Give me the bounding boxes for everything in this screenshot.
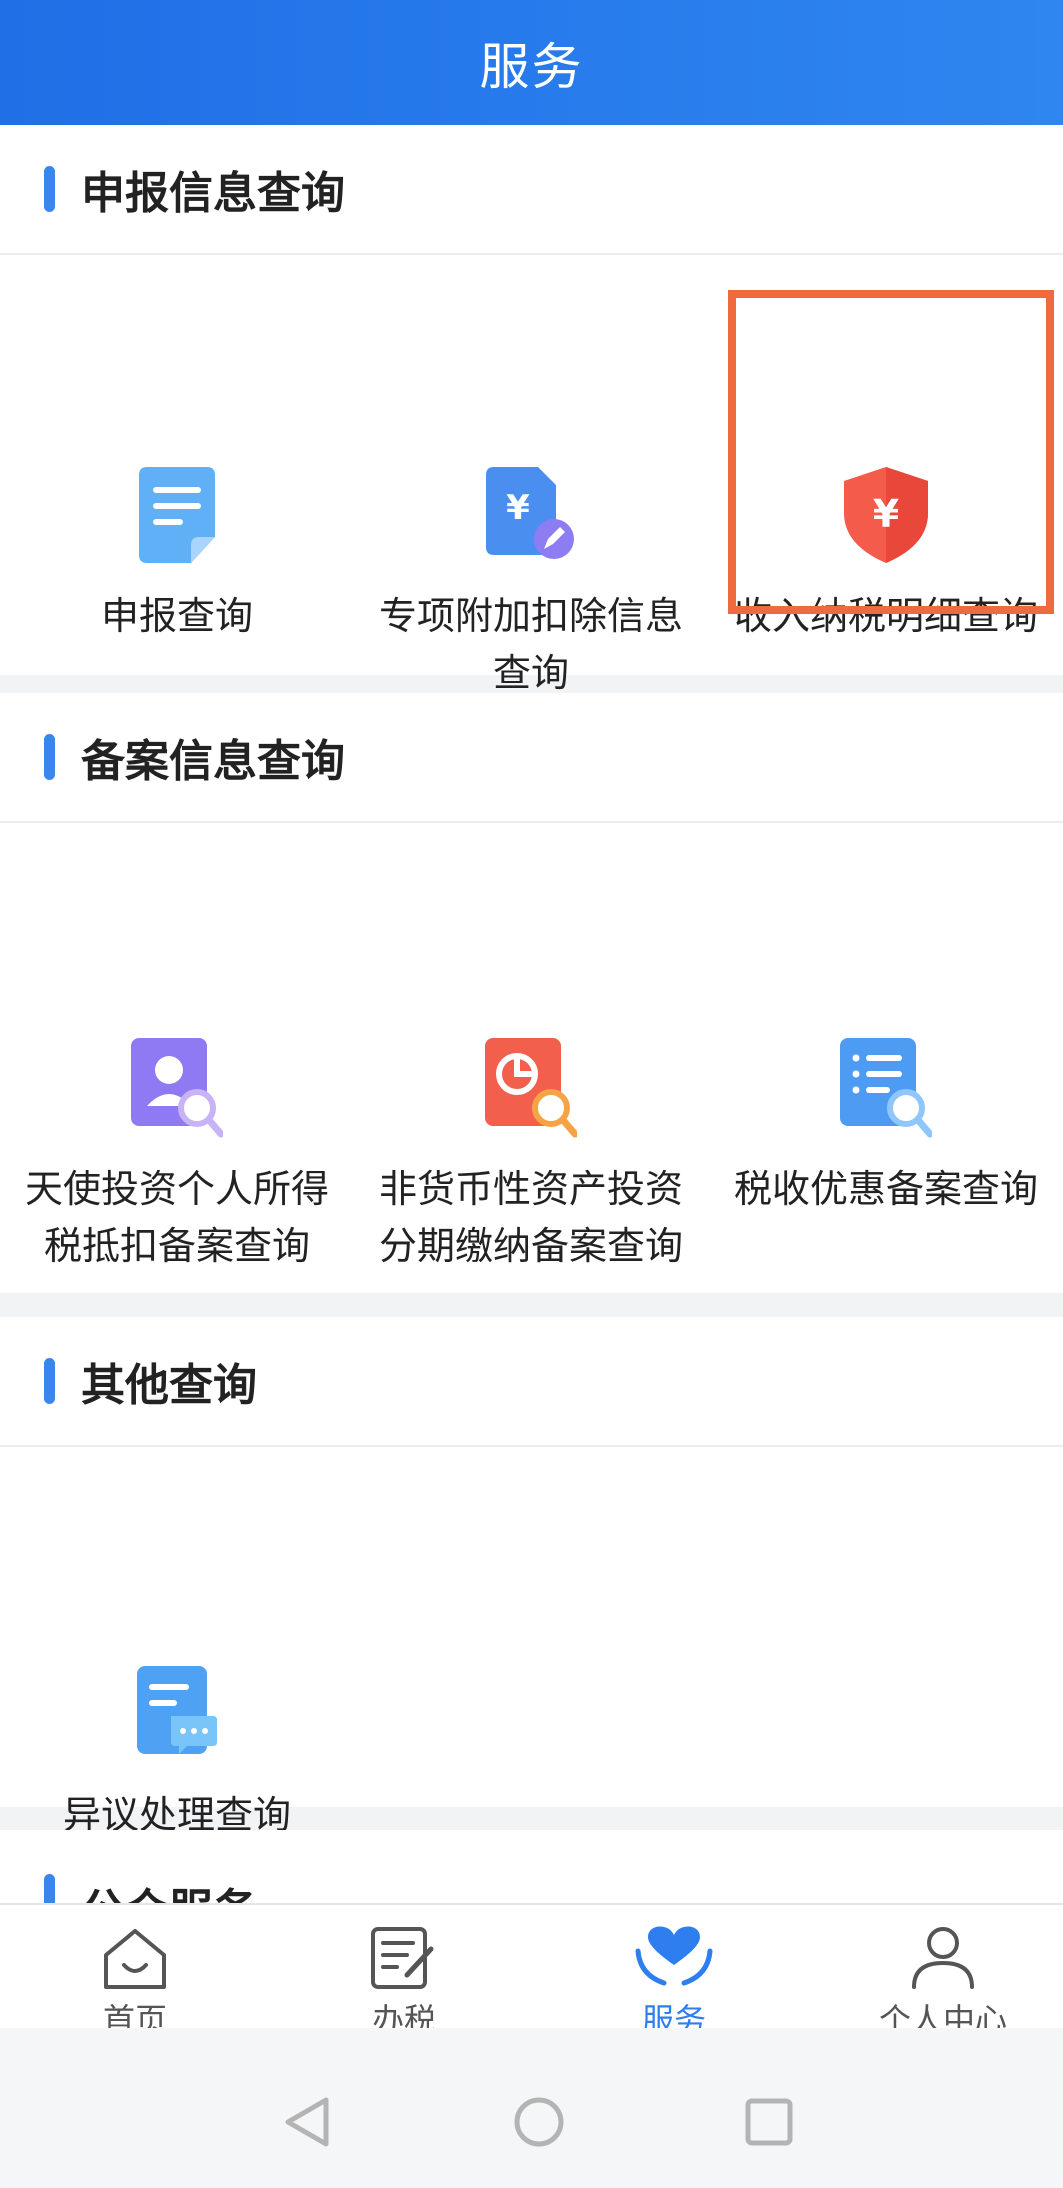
service-item-tax-preference-query[interactable]: 税收优惠备案查询: [709, 1033, 1063, 1218]
heart-hands-icon: [635, 1926, 713, 1986]
nav-service[interactable]: 服务: [574, 1925, 774, 2041]
section-header: 其他查询: [0, 1317, 1063, 1447]
section-accent-bar: [44, 734, 55, 780]
section-filing-query: 备案信息查询 天使投资个人所得税抵扣备案查询 非货币性资产投资分期缴纳备案查询 …: [0, 693, 1063, 1293]
section-public-service: 公众服务: [0, 1830, 1063, 1903]
bottom-nav: 首页 办税 服务 个人中心: [0, 1903, 1063, 2039]
section-title: 公众服务: [81, 1874, 257, 1903]
service-item-angel-investment-query[interactable]: 天使投资个人所得税抵扣备案查询: [0, 1033, 354, 1275]
section-header: 公众服务: [0, 1830, 1063, 1903]
section-title: 申报信息查询: [81, 168, 345, 219]
section-other-query: 其他查询 异议处理查询: [0, 1317, 1063, 1837]
yuan-edit-icon: ¥: [481, 460, 581, 570]
chart-search-icon: [481, 1033, 581, 1143]
app-header: 服务: [0, 0, 1063, 125]
section-title: 备案信息查询: [81, 736, 345, 787]
section-accent-bar: [44, 1358, 55, 1404]
item-label: 非货币性资产投资分期缴纳备案查询: [378, 1167, 683, 1268]
service-item-special-deduction-query[interactable]: ¥ 专项附加扣除信息查询: [354, 460, 708, 702]
back-icon[interactable]: [282, 2096, 332, 2148]
document-icon: [127, 460, 227, 570]
person-icon: [912, 1927, 974, 1989]
svg-text:¥: ¥: [506, 488, 530, 528]
list-search-icon: [836, 1033, 936, 1143]
service-item-non-monetary-asset-query[interactable]: 非货币性资产投资分期缴纳备案查询: [354, 1033, 708, 1275]
doc-message-icon: [127, 1659, 227, 1769]
section-header: 备案信息查询: [0, 693, 1063, 823]
page-title: 服务: [479, 37, 584, 96]
home-circle-icon[interactable]: [513, 2096, 565, 2148]
section-title: 其他查询: [81, 1360, 257, 1411]
highlight-box: [728, 290, 1054, 614]
nav-home[interactable]: 首页: [35, 1925, 235, 2041]
system-nav-bar: [0, 2028, 1063, 2188]
section-header: 申报信息查询: [0, 125, 1063, 255]
item-label: 申报查询: [100, 594, 253, 638]
service-item-declaration-query[interactable]: 申报查询: [0, 460, 354, 645]
section-accent-bar: [44, 1874, 55, 1903]
edit-doc-icon: [371, 1927, 434, 1989]
recent-apps-icon[interactable]: [745, 2098, 793, 2146]
service-item-objection-query[interactable]: 异议处理查询: [0, 1659, 354, 1844]
item-label: 税收优惠备案查询: [733, 1167, 1038, 1211]
item-label: 专项附加扣除信息查询: [378, 594, 683, 695]
nav-personal-center[interactable]: 个人中心: [843, 1925, 1043, 2041]
home-icon: [104, 1929, 166, 1989]
section-accent-bar: [44, 166, 55, 212]
nav-tax-handling[interactable]: 办税: [304, 1925, 504, 2041]
person-search-icon: [127, 1033, 227, 1143]
item-label: 天使投资个人所得税抵扣备案查询: [24, 1167, 329, 1268]
